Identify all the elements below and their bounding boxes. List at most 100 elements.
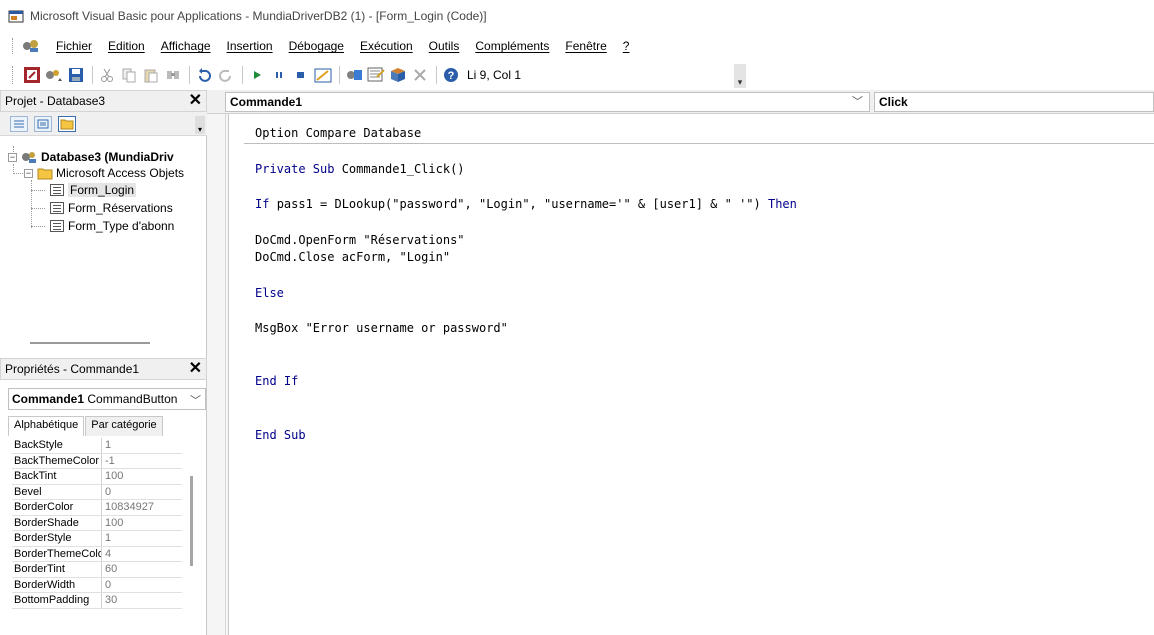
property-row[interactable]: BorderTint 60 xyxy=(12,562,182,578)
help-icon[interactable]: ? xyxy=(441,65,461,85)
properties-grid: BackStyle 1 BackThemeColor -1 BackTint 100 … xyxy=(12,438,182,609)
property-value[interactable]: 1 xyxy=(102,531,111,546)
property-value[interactable]: -1 xyxy=(102,454,115,469)
property-row[interactable]: BorderShade 100 xyxy=(12,515,182,531)
properties-tabs: Alphabétique Par catégorie xyxy=(8,416,164,436)
menu-bar: Fichier Edition Affichage Insertion Débo… xyxy=(0,32,1154,60)
property-row[interactable]: BorderWidth 0 xyxy=(12,577,182,593)
property-name: BorderThemeColor xyxy=(14,546,102,561)
collapse-icon[interactable]: − xyxy=(8,152,17,162)
pause-icon[interactable] xyxy=(269,65,289,85)
menu-fichier[interactable]: Fichier xyxy=(48,39,100,53)
toolbar-overflow-button[interactable]: ▾ xyxy=(734,64,746,88)
toolbox-icon[interactable] xyxy=(410,65,430,85)
toolbar-grip[interactable] xyxy=(12,66,16,84)
menu-execution[interactable]: Exécution xyxy=(352,39,421,53)
save-icon[interactable] xyxy=(66,65,86,85)
property-row[interactable]: BorderStyle 1 xyxy=(12,531,182,547)
tab-par-categorie[interactable]: Par catégorie xyxy=(85,416,163,436)
code-line[interactable]: End Sub xyxy=(255,428,306,442)
toggle-folders-icon[interactable] xyxy=(58,115,76,132)
undo-icon[interactable] xyxy=(194,65,214,85)
tree-item-form-type-abonnement[interactable]: Form_Type d'abonn xyxy=(50,217,174,235)
procedure-select[interactable]: Click xyxy=(874,92,1154,112)
access-app-icon[interactable] xyxy=(22,38,40,54)
code-line[interactable]: Option Compare Database xyxy=(255,126,421,140)
code-line[interactable]: If pass1 = DLookup("password", "Login", … xyxy=(255,197,797,211)
property-value[interactable]: 0 xyxy=(102,485,111,500)
code-line[interactable]: MsgBox "Error username or password" xyxy=(255,321,508,335)
close-properties-button[interactable]: ✕ xyxy=(189,361,202,377)
object-select[interactable]: Commande1 ﹀ xyxy=(225,92,870,112)
properties-header: Propriétés - Commande1 ✕ xyxy=(0,358,207,380)
code-line[interactable]: DoCmd.Close acForm, "Login" xyxy=(255,250,450,264)
property-value[interactable]: 100 xyxy=(102,516,123,531)
menu-debogage[interactable]: Débogage xyxy=(281,39,352,53)
redo-icon[interactable] xyxy=(216,65,236,85)
form-icon xyxy=(50,184,64,196)
property-name: BackTint xyxy=(12,469,102,484)
horizontal-scrollbar[interactable] xyxy=(30,342,150,344)
property-value[interactable]: 1 xyxy=(102,438,111,453)
object-browser-icon[interactable] xyxy=(388,65,408,85)
property-row[interactable]: BorderColor 10834927 xyxy=(12,500,182,516)
design-mode-icon[interactable] xyxy=(313,65,333,85)
property-value[interactable]: 30 xyxy=(102,593,117,608)
menu-edition[interactable]: Edition xyxy=(100,39,153,53)
menu-insertion[interactable]: Insertion xyxy=(219,39,281,53)
insert-module-icon[interactable] xyxy=(44,65,64,85)
view-access-icon[interactable] xyxy=(22,65,42,85)
menu-help[interactable]: ? xyxy=(615,39,638,53)
copy-icon[interactable] xyxy=(119,65,139,85)
properties-window-icon[interactable] xyxy=(366,65,386,85)
vba-project-icon xyxy=(22,152,36,163)
code-line[interactable]: Private Sub Commande1_Click() xyxy=(255,162,465,176)
menu-fenetre[interactable]: Fenêtre xyxy=(557,39,614,53)
project-explorer-icon[interactable] xyxy=(344,65,364,85)
menubar-grip[interactable] xyxy=(12,38,16,54)
paste-icon[interactable] xyxy=(141,65,161,85)
menu-affichage[interactable]: Affichage xyxy=(153,39,219,53)
run-icon[interactable] xyxy=(247,65,267,85)
menu-complements[interactable]: Compléments xyxy=(467,39,557,53)
property-value[interactable]: 4 xyxy=(102,547,111,562)
property-row[interactable]: Bevel 0 xyxy=(12,484,182,500)
chevron-down-icon: ﹀ xyxy=(852,96,863,108)
property-name: BorderWidth xyxy=(12,577,102,592)
property-value[interactable]: 10834927 xyxy=(102,500,154,515)
cut-icon[interactable] xyxy=(97,65,117,85)
code-line[interactable]: End If xyxy=(255,374,298,388)
property-row[interactable]: BorderThemeColor 4 xyxy=(12,546,182,562)
properties-object-select[interactable]: Commande1 CommandButton ﹀ xyxy=(8,388,206,410)
property-row[interactable]: BackStyle 1 xyxy=(12,438,182,454)
properties-scrollbar[interactable] xyxy=(190,476,193,566)
code-line[interactable]: DoCmd.OpenForm "Réservations" xyxy=(255,233,465,247)
window-title: Microsoft Visual Basic pour Applications… xyxy=(30,9,487,23)
find-icon[interactable] xyxy=(163,65,183,85)
property-row[interactable]: BackTint 100 xyxy=(12,469,182,485)
procedure-separator xyxy=(244,143,1154,144)
tree-item-form-reservations[interactable]: Form_Réservations xyxy=(50,199,173,217)
property-name: BackThemeColor xyxy=(12,453,102,468)
tree-label-form-type-abonnement: Form_Type d'abonn xyxy=(68,219,175,233)
property-value[interactable]: 100 xyxy=(102,469,123,484)
close-project-explorer-button[interactable]: ✕ xyxy=(189,93,202,109)
collapse-icon[interactable]: − xyxy=(24,168,33,178)
view-object-icon[interactable] xyxy=(34,115,52,132)
property-value[interactable]: 0 xyxy=(102,578,111,593)
toolbar-separator xyxy=(92,66,93,84)
property-value[interactable]: 60 xyxy=(102,562,117,577)
project-explorer: Projet - Database3 ✕ ▾ − Database3 (Mund… xyxy=(0,90,207,358)
menu-outils[interactable]: Outils xyxy=(421,39,468,53)
tree-node-access-objects[interactable]: − Microsoft Access Objets xyxy=(24,164,184,182)
form-icon xyxy=(50,202,64,214)
code-line[interactable]: Else xyxy=(255,286,284,300)
property-row[interactable]: BackThemeColor -1 xyxy=(12,453,182,469)
project-toolbar-overflow[interactable]: ▾ xyxy=(195,116,205,134)
property-row[interactable]: BottomPadding 30 xyxy=(12,593,182,609)
toolbar-separator xyxy=(339,66,340,84)
tab-alphabetique[interactable]: Alphabétique xyxy=(8,416,85,436)
stop-icon[interactable] xyxy=(291,65,311,85)
view-code-icon[interactable] xyxy=(10,115,28,132)
tree-item-form-login[interactable]: Form_Login xyxy=(50,181,137,199)
